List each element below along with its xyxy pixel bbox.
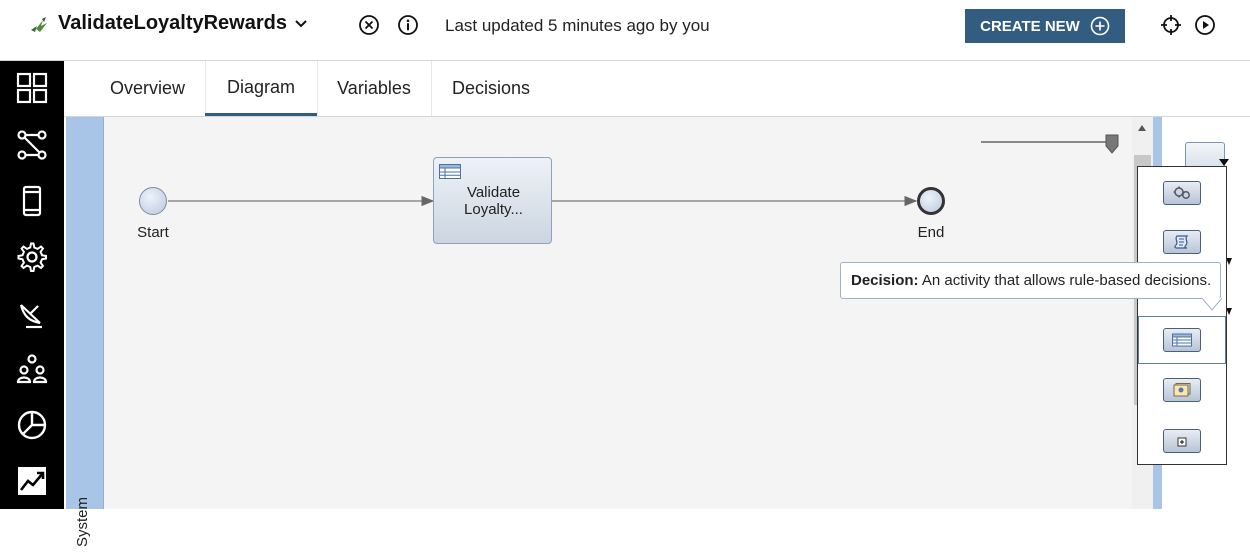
satellite-dish-icon — [19, 304, 42, 329]
create-new-label: CREATE NEW — [980, 17, 1080, 35]
tab-label: Variables — [337, 78, 411, 98]
decision-table-icon — [439, 164, 461, 179]
dashboard-icon — [16, 72, 48, 104]
left-navigation — [0, 61, 64, 509]
task-label-line2: Loyalty... — [464, 201, 523, 218]
end-event-label: End — [917, 224, 945, 241]
nav-dashboard[interactable] — [0, 61, 64, 115]
start-event[interactable] — [139, 187, 167, 215]
user-task-icon — [1173, 383, 1191, 397]
tooltip-description: An activity that allows rule-based decis… — [921, 272, 1212, 289]
zoom-slider-track[interactable] — [981, 141, 1111, 143]
activity-palette — [1137, 166, 1227, 465]
nav-mobile[interactable] — [0, 174, 64, 228]
chevron-down-icon[interactable] — [293, 16, 309, 32]
nav-process-flow[interactable] — [0, 118, 64, 172]
nav-integrations[interactable] — [0, 286, 64, 340]
scroll-up-arrow-icon[interactable] — [1138, 125, 1146, 131]
tab-label: Decisions — [451, 78, 531, 98]
palette-subprocess[interactable] — [1138, 417, 1226, 465]
tab-diagram[interactable]: Diagram — [205, 61, 317, 116]
last-updated-status: Last updated 5 minutes ago by you — [445, 16, 710, 35]
subprocess-icon — [1177, 437, 1187, 447]
decision-task-label: Validate Loyalty... — [434, 184, 553, 218]
play-icon[interactable] — [1194, 14, 1216, 36]
crosshair-icon[interactable] — [1160, 14, 1182, 36]
palette-user-task[interactable] — [1138, 366, 1226, 414]
tab-decisions[interactable]: Decisions — [431, 61, 551, 116]
nav-analytics[interactable] — [0, 398, 64, 452]
settings-gear-icon — [17, 242, 47, 272]
mobile-device-icon — [22, 185, 42, 217]
app-title[interactable]: ValidateLoyaltyRewards — [58, 12, 287, 35]
app-header: ValidateLoyaltyRewards Last updated 5 mi… — [0, 0, 1250, 61]
info-icon[interactable] — [397, 14, 419, 36]
zoom-slider-handle[interactable] — [1105, 134, 1119, 154]
caret-down-icon — [1219, 159, 1229, 166]
decision-activity-icon — [1172, 333, 1192, 347]
tooltip-pointer — [1201, 298, 1223, 311]
tab-variables[interactable]: Variables — [317, 61, 431, 116]
tab-overview[interactable]: Overview — [94, 61, 201, 116]
swimlane-header[interactable]: System — [66, 117, 104, 547]
service-activity-icon — [1173, 186, 1190, 199]
tooltip-term: Decision: — [851, 272, 919, 289]
task-label-line1: Validate — [466, 184, 521, 201]
palette-service-activity[interactable] — [1138, 169, 1226, 217]
process-flow-icon — [17, 130, 47, 160]
decision-task[interactable]: Validate Loyalty... — [433, 157, 552, 244]
create-new-button[interactable]: CREATE NEW — [965, 9, 1125, 43]
start-event-label: Start — [137, 224, 169, 241]
end-event[interactable] — [917, 187, 945, 215]
team-users-icon — [16, 354, 48, 384]
script-activity-icon — [1174, 235, 1189, 249]
decision-tooltip: Decision: An activity that allows rule-b… — [840, 262, 1221, 299]
trend-chart-icon — [18, 467, 46, 495]
tab-label: Overview — [109, 78, 185, 98]
diagram-canvas[interactable] — [104, 117, 1132, 509]
tab-bar: Overview Diagram Variables Decisions — [64, 61, 1250, 117]
app-logo-icon — [31, 17, 47, 32]
plus-circle-icon — [1090, 16, 1110, 36]
nav-reports[interactable] — [0, 454, 64, 508]
pie-chart-icon — [17, 410, 47, 440]
nav-settings[interactable] — [0, 230, 64, 284]
swimlane-label: System — [74, 497, 91, 548]
close-circle-icon[interactable] — [358, 14, 380, 36]
tab-label: Diagram — [226, 76, 296, 97]
palette-decision-activity[interactable] — [1138, 316, 1226, 364]
nav-team[interactable] — [0, 342, 64, 396]
palette-script-activity[interactable] — [1138, 218, 1226, 266]
